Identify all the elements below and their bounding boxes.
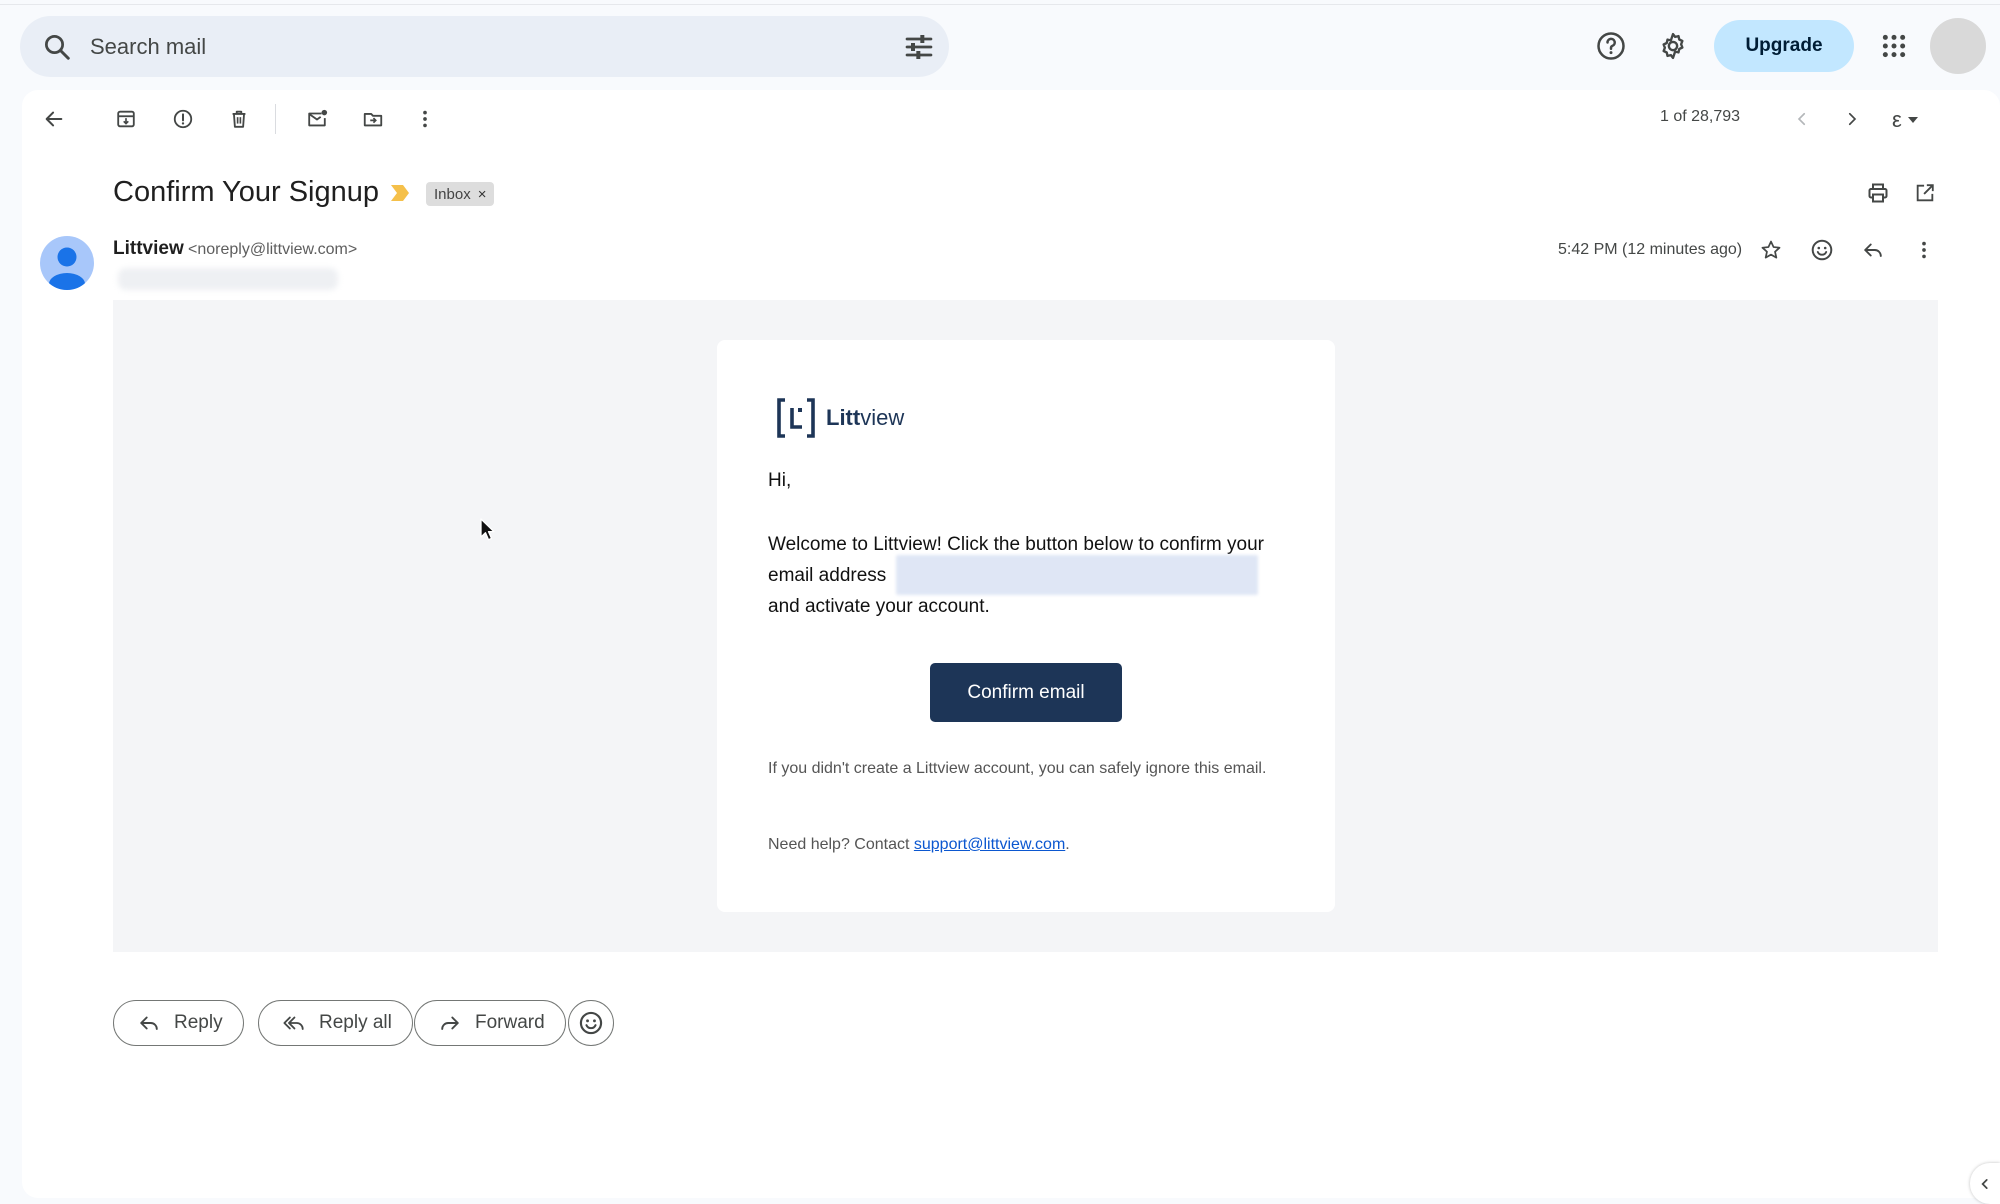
reply-all-button[interactable]: Reply all — [258, 1000, 413, 1046]
wordmark-bold: Litt — [826, 405, 861, 430]
littview-wordmark: Littview — [826, 405, 904, 431]
email-address-redacted — [896, 555, 1258, 595]
wordmark-rest: view — [860, 405, 905, 430]
sender-name[interactable]: Littview — [113, 238, 184, 260]
reply-arrow-icon[interactable] — [1853, 230, 1893, 270]
window-top-border — [0, 0, 2000, 5]
recipient-redacted — [118, 268, 338, 290]
help-icon[interactable] — [1589, 24, 1633, 68]
chevron-left-icon — [1981, 1178, 1988, 1189]
label-name: Inbox — [434, 185, 471, 203]
print-icon[interactable] — [1858, 173, 1898, 213]
message-timestamp: 5:42 PM (12 minutes ago) — [1558, 241, 1743, 258]
star-icon[interactable] — [1751, 230, 1791, 270]
older-chevron-right-icon[interactable] — [1832, 99, 1872, 139]
emoji-reaction-button[interactable] — [568, 1000, 614, 1046]
reply-label: Reply — [174, 1012, 223, 1033]
remove-label-icon[interactable]: × — [478, 186, 487, 203]
important-marker-icon[interactable] — [390, 184, 410, 202]
message-subject: Confirm Your Signup — [113, 176, 379, 208]
mark-unread-icon[interactable] — [297, 99, 337, 139]
reply-all-icon — [283, 1016, 304, 1030]
open-in-new-window-icon[interactable] — [1905, 173, 1945, 213]
more-vert-icon[interactable] — [405, 99, 445, 139]
account-avatar[interactable] — [1930, 18, 1986, 74]
move-to-folder-icon[interactable] — [353, 99, 393, 139]
search-input[interactable] — [90, 28, 870, 66]
emoji-smile-icon — [579, 1011, 603, 1035]
email-greeting: Hi, — [768, 470, 792, 491]
welcome-line-end: and activate your account. — [768, 596, 990, 617]
delete-trash-icon[interactable] — [219, 99, 259, 139]
forward-label: Forward — [475, 1012, 545, 1033]
ignore-notice: If you didn't create a Littview account,… — [768, 760, 1267, 777]
message-more-vert-icon[interactable] — [1904, 230, 1944, 270]
help-line: Need help? Contact support@littview.com. — [768, 836, 1070, 854]
newer-chevron-left-icon[interactable] — [1782, 99, 1822, 139]
archive-icon[interactable] — [106, 99, 146, 139]
toolbar-divider — [275, 104, 276, 134]
sender-avatar[interactable] — [40, 236, 94, 290]
sender-email: <noreply@littview.com> — [188, 241, 358, 258]
person-icon — [49, 247, 85, 290]
apps-grid-icon[interactable] — [1872, 24, 1916, 68]
input-tools-glyph: ε — [1892, 107, 1902, 132]
help-suffix: . — [1065, 836, 1070, 853]
inbox-label-chip: Inbox × — [426, 182, 495, 206]
report-spam-icon[interactable] — [163, 99, 203, 139]
search-icon[interactable] — [42, 32, 72, 62]
reply-all-label: Reply all — [319, 1012, 392, 1033]
caret-down-icon — [1907, 117, 1918, 123]
add-reaction-emoji-icon[interactable] — [1802, 230, 1842, 270]
settings-gear-icon[interactable] — [1651, 24, 1695, 68]
help-prefix: Need help? Contact — [768, 836, 914, 853]
back-arrow-icon[interactable] — [34, 99, 74, 139]
search-options-icon[interactable] — [903, 31, 935, 63]
upgrade-button[interactable]: Upgrade — [1714, 20, 1854, 72]
search-bar[interactable] — [20, 16, 949, 77]
pager-count: 1 of 28,793 — [1660, 108, 1741, 125]
support-email-link[interactable]: support@littview.com — [914, 836, 1065, 853]
forward-icon — [441, 1016, 459, 1030]
littview-logo-icon — [777, 398, 815, 438]
reply-button[interactable]: Reply — [113, 1000, 244, 1046]
confirm-email-button[interactable]: Confirm email — [930, 663, 1122, 722]
reply-icon — [140, 1016, 158, 1030]
input-tools-button[interactable]: ε — [1892, 104, 1942, 136]
forward-button[interactable]: Forward — [414, 1000, 566, 1046]
mouse-cursor-icon — [480, 518, 495, 541]
